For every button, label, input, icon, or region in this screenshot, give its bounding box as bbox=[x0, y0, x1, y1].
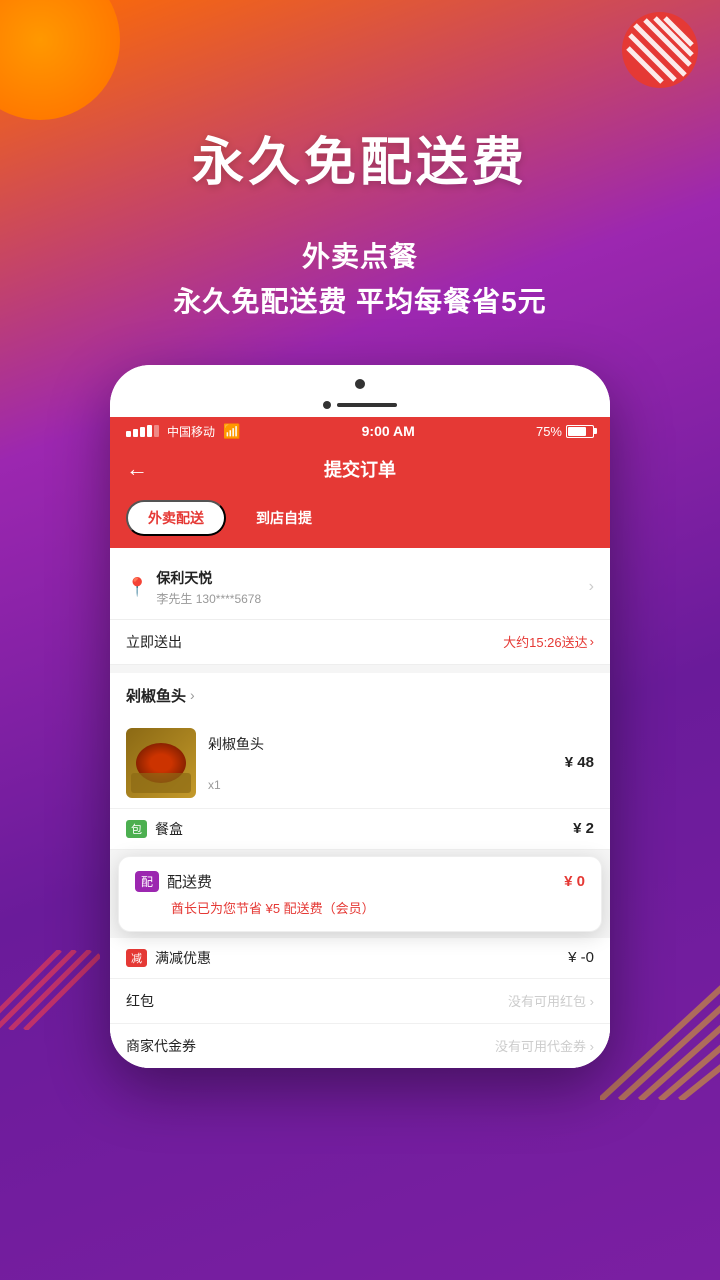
status-time: 9:00 AM bbox=[362, 423, 415, 439]
hongbao-label: 红包 bbox=[126, 991, 154, 1011]
battery-bar bbox=[566, 425, 594, 438]
slider-indicator bbox=[337, 403, 397, 407]
delivery-time-row: 立即送出 大约15:26送达 › bbox=[110, 620, 610, 665]
coupon-label: 商家代金券 bbox=[126, 1036, 196, 1056]
sig-dot-4 bbox=[147, 425, 152, 437]
phone-camera-area bbox=[110, 365, 610, 401]
discount-badge: 减 bbox=[126, 949, 147, 967]
camera-dot bbox=[355, 379, 365, 389]
tab-pickup[interactable]: 到店自提 bbox=[236, 500, 332, 536]
status-bar: 中国移动 📶 9:00 AM 75% bbox=[110, 417, 610, 446]
food-item-row: 剁椒鱼头 x1 ¥ 48 bbox=[110, 718, 610, 809]
tab-delivery[interactable]: 外卖配送 bbox=[126, 500, 226, 536]
app-content: 📍 保利天悦 李先生 130****5678 › 立即送出 大约15:26送达 … bbox=[110, 556, 610, 1068]
address-name: 保利天悦 bbox=[156, 568, 588, 588]
box-row: 包 餐盒 ¥ 2 bbox=[110, 809, 610, 850]
delivery-saving-text: 酋长已为您节省 ¥5 配送费（会员） bbox=[135, 898, 585, 917]
box-label: 餐盒 bbox=[155, 819, 565, 839]
coupon-value: 没有可用代金券 › bbox=[495, 1036, 594, 1055]
box-price: ¥ 2 bbox=[573, 820, 594, 837]
address-row[interactable]: 📍 保利天悦 李先生 130****5678 › bbox=[110, 556, 610, 620]
food-image bbox=[126, 728, 196, 798]
delivery-fee-label: 配送费 bbox=[167, 871, 556, 892]
location-icon: 📍 bbox=[126, 577, 148, 598]
delivery-fee-price: ¥ 0 bbox=[564, 873, 585, 890]
hongbao-row[interactable]: 红包 没有可用红包 › bbox=[110, 979, 610, 1024]
pagination-dots bbox=[110, 401, 610, 417]
hongbao-value: 没有可用红包 › bbox=[508, 991, 594, 1010]
discount-label: 满减优惠 bbox=[155, 948, 560, 968]
battery-area: 75% bbox=[536, 424, 594, 439]
sig-dot-3 bbox=[140, 427, 145, 437]
main-title: 永久免配送费 bbox=[192, 120, 528, 195]
food-name: 剁椒鱼头 bbox=[208, 734, 553, 754]
phone-mockup: 中国移动 📶 9:00 AM 75% ← 提交订单 外卖配送 到店自提 bbox=[110, 365, 610, 1068]
food-info: 剁椒鱼头 x1 bbox=[208, 734, 553, 792]
sig-dot-5 bbox=[154, 425, 159, 437]
delivery-time-label: 立即送出 bbox=[126, 632, 182, 652]
delivery-time-value: 大约15:26送达 › bbox=[503, 632, 594, 651]
delivery-fee-row: 配 配送费 ¥ 0 bbox=[135, 871, 585, 892]
discount-price: ¥ -0 bbox=[568, 949, 594, 966]
wifi-icon: 📶 bbox=[223, 423, 240, 440]
battery-pct: 75% bbox=[536, 424, 562, 439]
app-title: 提交订单 bbox=[324, 456, 396, 482]
restaurant-name: 剁椒鱼头 bbox=[126, 685, 186, 706]
tooltip-wrapper: 配 配送费 ¥ 0 酋长已为您节省 ¥5 配送费（会员） bbox=[118, 856, 602, 932]
sub-title: 外卖点餐 永久免配送费 平均每餐省5元 bbox=[173, 235, 546, 325]
battery-fill bbox=[568, 427, 586, 436]
carrier-label: 中国移动 bbox=[167, 423, 215, 440]
box-badge: 包 bbox=[126, 820, 147, 838]
signal-dots bbox=[126, 425, 159, 437]
address-detail: 李先生 130****5678 bbox=[156, 590, 588, 607]
food-price: ¥ 48 bbox=[565, 754, 594, 771]
back-button[interactable]: ← bbox=[126, 456, 148, 482]
delivery-fee-tooltip: 配 配送费 ¥ 0 酋长已为您节省 ¥5 配送费（会员） bbox=[118, 856, 602, 932]
sig-dot-2 bbox=[133, 429, 138, 437]
dot-1 bbox=[323, 401, 331, 409]
page-content: 永久免配送费 外卖点餐 永久免配送费 平均每餐省5元 中国移动 bbox=[0, 0, 720, 1280]
restaurant-arrow: › bbox=[190, 687, 195, 703]
discount-row: 减 满减优惠 ¥ -0 bbox=[110, 938, 610, 979]
address-info: 保利天悦 李先生 130****5678 bbox=[156, 568, 588, 607]
delivery-badge: 配 bbox=[135, 871, 159, 892]
address-arrow: › bbox=[589, 578, 594, 596]
coupon-row[interactable]: 商家代金券 没有可用代金券 › bbox=[110, 1024, 610, 1068]
food-qty: x1 bbox=[208, 778, 553, 792]
signal-area: 中国移动 📶 bbox=[126, 423, 240, 440]
restaurant-header[interactable]: 剁椒鱼头 › bbox=[110, 673, 610, 718]
app-header: ← 提交订单 bbox=[110, 446, 610, 492]
sig-dot-1 bbox=[126, 431, 131, 437]
tab-bar: 外卖配送 到店自提 bbox=[110, 492, 610, 548]
